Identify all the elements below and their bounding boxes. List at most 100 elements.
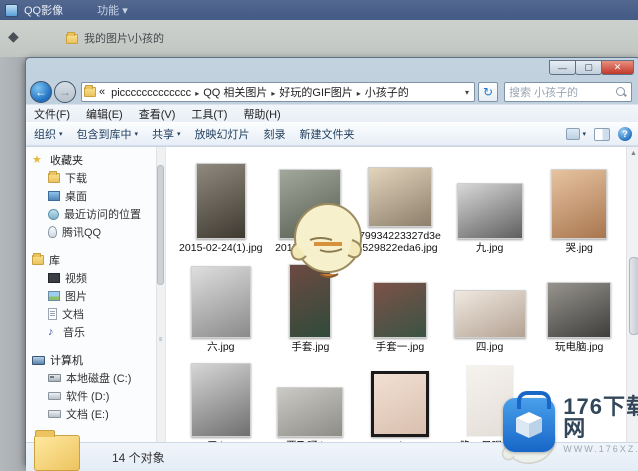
menubar-item[interactable]: 文件(F) <box>34 106 70 122</box>
toolbar-button-label: 组织 <box>34 129 56 141</box>
help-button[interactable]: ? <box>618 127 632 141</box>
minimize-button[interactable]: — <box>549 60 576 75</box>
sidebar-group-label: 计算机 <box>50 355 83 367</box>
background-menu-label: 功能 <box>97 5 120 17</box>
address-dropdown-icon[interactable]: ▾ <box>462 88 472 97</box>
watermark-url: WWW.176XZ.COM <box>563 444 638 454</box>
chevron-down-icon: ▾ <box>582 131 586 138</box>
close-button[interactable]: ✕ <box>601 60 634 75</box>
sidebar-group-star[interactable]: ★ 收藏夹 <box>32 151 165 169</box>
toolbar-items: 组织 ▾ 包含到库中 ▾ 共享 ▾ 放映幻灯片 刻录 新建文件夹 <box>34 126 369 142</box>
explorer-titlebar[interactable]: — ▢ ✕ <box>26 58 638 80</box>
toolbar-button-label: 共享 <box>152 129 175 141</box>
toolbar-button[interactable]: 共享 ▾ <box>152 126 181 142</box>
file-item[interactable]: 四.jpg <box>445 255 535 354</box>
sidebar-item-label: 本地磁盘 (C:) <box>66 373 132 385</box>
toolbar-button[interactable]: 放映幻灯片 <box>195 126 250 142</box>
sidebar-item[interactable]: 下载 <box>32 169 165 187</box>
sidebar-item-label: 腾讯QQ <box>62 227 102 239</box>
sidebar-item[interactable]: 腾讯QQ <box>32 223 165 241</box>
address-bar[interactable]: « piccccccccccccc ▸ QQ 相关图片 ▸ 好玩的GIF图片 ▸ 小孩子的 … <box>81 82 475 102</box>
file-item[interactable]: 一.jpg <box>355 354 445 453</box>
menubar-item[interactable]: 编辑(E) <box>86 106 123 122</box>
sidebar-item-label: 图片 <box>65 291 87 303</box>
breadcrumb-segment[interactable]: piccccccccccccc <box>108 87 194 99</box>
file-item[interactable]: 2015-02-24(1).jpg <box>176 151 266 255</box>
sidebar-item[interactable]: 桌面 <box>32 187 165 205</box>
file-item[interactable]: 五.jpg <box>176 354 266 453</box>
file-item[interactable]: 79934223327d3e529822eda6.jpg <box>355 151 445 255</box>
file-item[interactable]: 九.jpg <box>445 151 535 255</box>
folder-down-icon <box>48 171 60 183</box>
breadcrumb-overflow[interactable]: « <box>96 86 108 98</box>
file-item[interactable]: 哭.jpg <box>534 151 624 255</box>
sidebar-item-label: 文档 (E:) <box>66 409 109 421</box>
breadcrumb-segment[interactable]: QQ 相关图片 <box>200 87 270 99</box>
back-button[interactable]: ← <box>30 81 52 103</box>
back-arrow-icon[interactable]: ◆ <box>8 28 19 45</box>
sidebar-item[interactable]: 视频 <box>32 269 165 287</box>
sidebar-group: 计算机本地磁盘 (C:) 软件 (D:) 文档 (E:) <box>32 351 165 423</box>
window-buttons: — ▢ ✕ <box>549 60 634 75</box>
menubar-item[interactable]: 查看(V) <box>139 106 176 122</box>
sidebar-item[interactable]: 本地磁盘 (C:) <box>32 369 165 387</box>
sidebar-item[interactable]: 软件 (D:) <box>32 387 165 405</box>
file-item[interactable]: 六.jpg <box>176 255 266 354</box>
sidebar-item[interactable]: 最近访问的位置 <box>32 205 165 223</box>
watermark-texts: 176下载网 WWW.176XZ.COM <box>563 394 638 455</box>
scroll-up-icon[interactable]: ▲ <box>630 147 637 161</box>
maximize-button[interactable]: ▢ <box>575 60 602 75</box>
sidebar-item[interactable]: 文档 <box>32 305 165 323</box>
toolbar-button[interactable]: 新建文件夹 <box>300 126 355 142</box>
sidebar-group-library[interactable]: 库 <box>32 251 165 269</box>
menubar-item[interactable]: 工具(T) <box>191 106 227 122</box>
recent-icon <box>48 208 59 220</box>
sidebar-group-computer[interactable]: 计算机 <box>32 351 165 369</box>
thumbnail <box>453 290 526 339</box>
search-input[interactable]: 搜索 小孩子的 <box>504 82 632 102</box>
forward-button[interactable]: → <box>54 81 76 103</box>
sidebar-scrollbar[interactable]: ≡ <box>156 147 165 442</box>
chevron-down-icon: ▾ <box>177 131 181 138</box>
sidebar-item[interactable]: 图片 <box>32 287 165 305</box>
toolbar-button[interactable]: 刻录 <box>264 126 286 142</box>
sidebar-item-label: 软件 (D:) <box>66 391 110 403</box>
background-window-titlebar: QQ影像 功能 ▾ <box>0 0 638 20</box>
preview-pane-button[interactable] <box>594 127 610 141</box>
sidebar-item[interactable]: 文档 (E:) <box>32 405 165 423</box>
music-icon: ♪ <box>48 326 54 338</box>
toolbar-button-label: 包含到库中 <box>76 129 132 141</box>
sidebar-scrollbar-thumb[interactable] <box>157 165 164 285</box>
menubar-item[interactable]: 帮助(H) <box>243 106 280 122</box>
file-item[interactable]: 手套一.jpg <box>355 255 445 354</box>
content-scrollbar-thumb[interactable] <box>628 257 638 335</box>
thumbnail <box>277 387 344 438</box>
file-label: 四.jpg <box>475 341 504 354</box>
breadcrumb-separator-icon[interactable]: ▸ <box>356 89 362 98</box>
chevron-down-icon: ▾ <box>122 5 128 17</box>
sidebar-item-label: 文档 <box>62 309 84 321</box>
breadcrumb-segment[interactable]: 好玩的GIF图片 <box>276 87 355 99</box>
toolbar-button[interactable]: 组织 ▾ <box>34 126 63 142</box>
file-label: 六.jpg <box>207 341 235 354</box>
file-item[interactable]: 要飞呀.jpg <box>266 354 356 453</box>
chick-cursor-overlay <box>290 200 364 280</box>
breadcrumb-segment[interactable]: 小孩子的 <box>362 87 412 99</box>
refresh-button[interactable]: ↻ <box>478 82 498 102</box>
search-icon[interactable] <box>615 86 627 98</box>
thumbnail <box>372 282 427 339</box>
file-item[interactable]: 玩电脑.jpg <box>534 255 624 354</box>
drive-icon <box>48 410 61 418</box>
sidebar-item-label: 音乐 <box>63 327 85 339</box>
change-view-button[interactable]: ▾ <box>566 128 586 140</box>
cube-icon <box>516 412 543 438</box>
background-window-menu[interactable]: 功能 ▾ <box>97 2 128 18</box>
watermark-title: 176下载网 <box>563 394 638 441</box>
toolbar-button[interactable]: 包含到库中 ▾ <box>77 126 139 142</box>
sidebar-item-label: 视频 <box>65 273 87 285</box>
file-label: 手套一.jpg <box>375 341 425 354</box>
file-label: 九.jpg <box>475 242 504 255</box>
qq-app-icon <box>5 3 18 17</box>
sidebar-item[interactable]: ♪ 音乐 <box>32 323 165 341</box>
search-placeholder: 搜索 小孩子的 <box>509 87 579 99</box>
